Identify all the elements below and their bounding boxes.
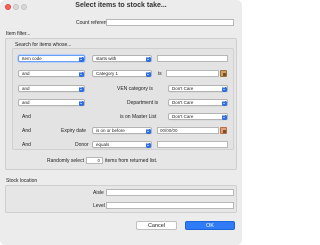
stock-take-dialog: Select items to stock take... Count refe… xyxy=(0,0,242,245)
category-select-value: Category 1 xyxy=(96,71,119,76)
donor-operator-select-value: equals xyxy=(96,142,110,147)
chevron-down-icon xyxy=(221,86,227,92)
donor-operator-select[interactable]: equals xyxy=(92,141,152,148)
donor-value-input[interactable] xyxy=(157,141,228,148)
title-bar: Select items to stock take... xyxy=(0,0,242,14)
items-from-list-label: items from returned list. xyxy=(105,158,158,164)
stock-location-label: Stock location xyxy=(6,178,38,184)
ven-category-select-value: Don't Care xyxy=(172,86,194,91)
expiry-operator-select[interactable]: is on or before xyxy=(92,127,152,134)
random-count-input[interactable]: 0 xyxy=(86,157,103,164)
chevron-down-icon xyxy=(221,114,227,120)
ven-category-label: VEN category is xyxy=(117,86,153,92)
ven-category-select[interactable]: Don't Care xyxy=(168,85,228,92)
chevron-down-icon xyxy=(145,142,151,148)
expiry-operator-select-value: is on or before xyxy=(96,128,125,133)
field-select-value: Item code xyxy=(22,56,42,61)
chevron-down-icon xyxy=(78,86,84,92)
window-title: Select items to stock take... xyxy=(75,2,167,9)
category-select[interactable]: Category 1 xyxy=(92,70,152,77)
aisle-input[interactable] xyxy=(106,189,234,196)
chevron-down-icon xyxy=(145,71,151,77)
conjunction-select-2[interactable]: and xyxy=(18,70,85,77)
conjunction-select-4[interactable]: and xyxy=(18,99,85,106)
department-select[interactable]: Don't Care xyxy=(168,99,228,106)
item-filter-label: Item filter... xyxy=(6,31,31,37)
master-list-select-value: Don't Care xyxy=(172,114,194,119)
count-reference-input[interactable] xyxy=(106,19,234,26)
and-label-6: And xyxy=(22,128,31,134)
item-code-value-input[interactable] xyxy=(157,55,228,62)
field-select[interactable]: Item code xyxy=(18,55,85,62)
chevron-down-icon xyxy=(78,71,84,77)
category-is-label: is xyxy=(158,71,162,77)
conjunction-select-3-value: and xyxy=(22,86,30,91)
and-label-7: And xyxy=(22,142,31,148)
randomly-select-label: Randomly select xyxy=(47,158,84,164)
chevron-down-icon xyxy=(145,56,151,62)
category-value-input[interactable] xyxy=(166,70,219,77)
cancel-button[interactable]: Cancel xyxy=(136,221,177,230)
operator-select[interactable]: starts with xyxy=(92,55,152,62)
conjunction-select-4-value: and xyxy=(22,100,30,105)
chevron-down-icon xyxy=(221,100,227,106)
lookup-icon[interactable] xyxy=(220,70,227,77)
chevron-down-icon xyxy=(78,56,84,62)
aisle-label: Aisle xyxy=(93,190,104,196)
conjunction-select-2-value: and xyxy=(22,71,30,76)
department-select-value: Don't Care xyxy=(172,100,194,105)
and-label-5: And xyxy=(22,114,31,120)
chevron-down-icon xyxy=(145,128,151,134)
ok-button[interactable]: OK xyxy=(185,221,235,230)
master-list-label: is on Master List xyxy=(120,114,157,120)
department-label: Department is xyxy=(127,100,159,106)
conjunction-select-3[interactable]: and xyxy=(18,85,85,92)
master-list-select[interactable]: Don't Care xyxy=(168,113,228,120)
operator-select-value: starts with xyxy=(96,56,117,61)
calendar-icon[interactable] xyxy=(220,127,227,134)
expiry-date-label: Expiry date xyxy=(61,128,87,134)
donor-label: Donor xyxy=(75,142,89,148)
level-input[interactable] xyxy=(106,202,234,209)
expiry-date-input[interactable]: 00/00/00 xyxy=(157,127,219,134)
chevron-down-icon xyxy=(78,100,84,106)
level-label: Level xyxy=(93,203,105,209)
